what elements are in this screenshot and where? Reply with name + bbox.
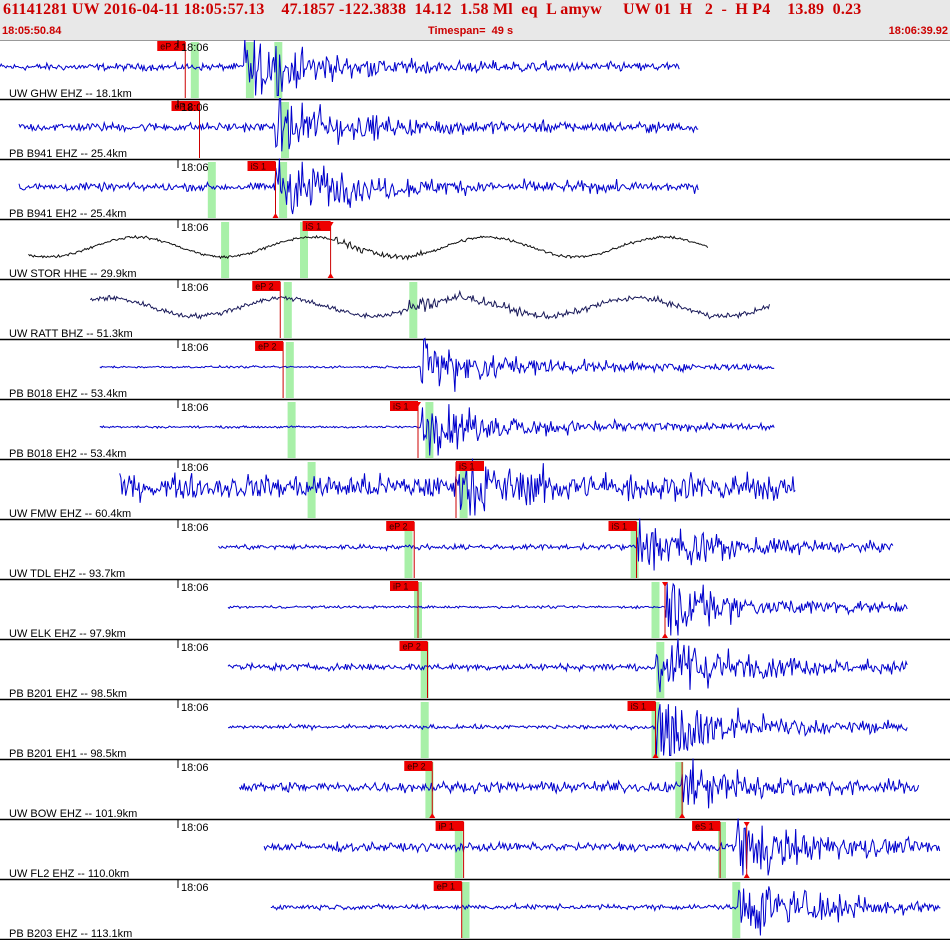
pick-label: eP 1 (437, 882, 455, 892)
trace-row[interactable]: iP 1 18:06 UW ELK EHZ -- 97.9km (0, 580, 950, 641)
seismogram-panel[interactable]: eP 2 18:06UW GHW EHZ -- 18.1kmeP 218:06PB… (0, 40, 950, 940)
pick-label: iS 1 (612, 522, 628, 532)
pick-window (409, 282, 418, 338)
seismogram-waveform (238, 758, 920, 809)
seismogram-waveform (227, 638, 908, 693)
pick-label: iP 1 (393, 582, 408, 592)
time-tick-label: 18:06 (181, 282, 209, 294)
pick-label: eP 2 (403, 642, 421, 652)
time-tick-label: 18:06 (181, 162, 209, 174)
time-tick-label: 18:06 (181, 882, 209, 894)
window-start-time: 18:05:50.84 (2, 25, 62, 37)
time-tick-label: 18:06 (181, 402, 209, 414)
station-label: PB B018 EHZ -- 53.4km (9, 388, 127, 400)
trace-row[interactable]: iS 1 18:06 PB B941 EH2 -- 25.4km (0, 158, 950, 221)
time-tick-label: 18:06 (181, 642, 209, 654)
pick-label: iS 1 (306, 222, 322, 232)
trace-row[interactable]: eP 2 iS 1 18:06 UW TDL EHZ -- 93.7km (0, 518, 950, 581)
pick-label: eP 2 (258, 342, 276, 352)
seismogram-waveform (18, 158, 699, 215)
pick-label: iS 1 (459, 462, 475, 472)
pick-marker-icon (743, 822, 750, 827)
trace-row[interactable]: iS 1 18:06 PB B018 EH2 -- 53.4km (0, 400, 950, 461)
time-tick-label: 18:06 (181, 762, 209, 774)
seismogram-waveform (218, 518, 894, 571)
time-tick-label: 18:06 (181, 102, 209, 114)
station-label: UW FMW EHZ -- 60.4km (9, 508, 131, 520)
time-tick-label: 18:06 (181, 702, 209, 714)
pick-marker-icon (743, 873, 750, 878)
seismogram-waveform (227, 704, 908, 756)
seismogram-waveform (89, 289, 770, 320)
trace-row[interactable]: eP 218:06PB B941 EHZ -- 25.4km (0, 97, 950, 161)
window-end-time: 18:06:39.92 (888, 25, 948, 37)
seismogram-waveform (263, 818, 941, 876)
pick-label: eP 2 (407, 762, 425, 772)
time-tick-label: 18:06 (181, 42, 209, 54)
time-tick-label: 18:06 (181, 522, 209, 534)
station-label: PB B941 EHZ -- 25.4km (9, 148, 127, 160)
trace-row[interactable]: eP 2 18:06 UW GHW EHZ -- 18.1km (0, 40, 950, 101)
time-tick-label: 18:06 (181, 462, 209, 474)
event-summary-line: 61141281 UW 2016-04-11 18:05:57.13 47.18… (3, 1, 862, 18)
seismogram-waveform (227, 582, 908, 636)
station-label: PB B201 EHZ -- 98.5km (9, 688, 127, 700)
station-label: UW FL2 EHZ -- 110.0km (9, 868, 129, 880)
trace-row[interactable]: iP 1 eS 1 18:06 UW FL2 EHZ -- 110.0km (0, 818, 950, 881)
station-label: UW ELK EHZ -- 97.9km (9, 628, 126, 640)
pick-marker-icon (662, 633, 668, 638)
station-label: UW RATT BHZ -- 51.3km (9, 328, 133, 340)
event-header: 61141281 UW 2016-04-11 18:05:57.13 47.18… (0, 0, 950, 41)
trace-row[interactable]: iS 1 18:06 UW STOR HHE -- 29.9km (0, 220, 950, 281)
station-label: UW BOW EHZ -- 101.9km (9, 808, 137, 820)
trace-row[interactable]: eP 2 18:06 PB B201 EHZ -- 98.5km (0, 638, 950, 701)
pick-window (221, 222, 230, 278)
time-tick-label: 18:06 (181, 342, 209, 354)
pick-window (461, 882, 470, 938)
station-label: UW GHW EHZ -- 18.1km (9, 88, 132, 100)
time-tick-label: 18:06 (181, 582, 209, 594)
station-label: PB B941 EH2 -- 25.4km (9, 208, 126, 220)
station-label: UW TDL EHZ -- 93.7km (9, 568, 125, 580)
trace-row[interactable]: eP 2 18:06 UW BOW EHZ -- 101.9km (0, 758, 950, 821)
seismogram-waveform (18, 97, 699, 152)
station-label: PB B201 EH1 -- 98.5km (9, 748, 126, 760)
time-tick-label: 18:06 (181, 822, 209, 834)
pick-label: iS 1 (631, 702, 647, 712)
trace-row[interactable]: iS 1 18:06 UW FMW EHZ -- 60.4km (0, 458, 950, 521)
pick-window (420, 702, 429, 758)
time-tick-label: 18:06 (181, 222, 209, 234)
pick-window (283, 282, 292, 338)
timespan-label: Timespan= 49 s (428, 25, 514, 37)
pick-label: eP 2 (389, 522, 407, 532)
station-label: UW STOR HHE -- 29.9km (9, 268, 137, 280)
trace-row[interactable]: eP 2 18:06 PB B018 EHZ -- 53.4km (0, 337, 950, 401)
seismogram-waveform (28, 234, 709, 261)
trace-row[interactable]: eP 2 18:06 UW RATT BHZ -- 51.3km (0, 280, 950, 341)
seismogram-waveform (270, 886, 941, 936)
pick-label: eP 2 (255, 282, 273, 292)
pick-label: eS 1 (695, 822, 714, 832)
pick-label: iS 1 (393, 402, 409, 412)
station-label: PB B203 EHZ -- 113.1km (9, 928, 132, 940)
pick-marker-icon (327, 273, 334, 278)
station-label: PB B018 EH2 -- 53.4km (9, 448, 126, 460)
pick-window (651, 582, 660, 638)
trace-row[interactable]: eP 1 18:06 PB B203 EHZ -- 113.1km (0, 880, 950, 940)
pick-window (287, 402, 296, 458)
pick-window (285, 342, 294, 398)
pick-marker-icon (272, 213, 279, 218)
pick-label: iP 1 (439, 822, 454, 832)
pick-label: eP 2 (160, 42, 178, 52)
trace-row[interactable]: iS 1 18:06 PB B201 EH1 -- 98.5km (0, 700, 950, 761)
pick-label: iS 1 (251, 162, 267, 172)
